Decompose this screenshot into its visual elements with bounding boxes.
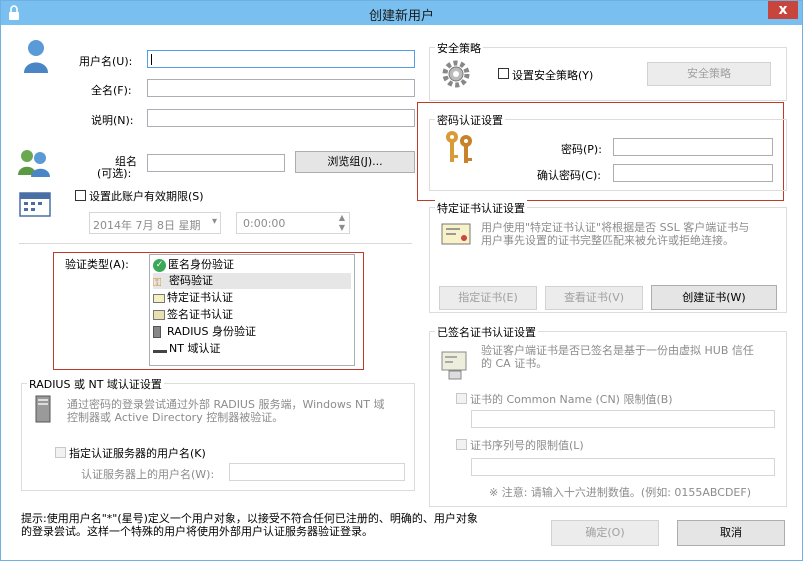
username-label: 用户名(U): xyxy=(79,55,133,68)
server-username-label: 认证服务器上的用户名(W): xyxy=(81,468,215,481)
server-username-input[interactable] xyxy=(229,463,405,481)
serial-checkbox-label: 证书序列号的限制值(L) xyxy=(470,439,584,452)
description-input[interactable] xyxy=(147,109,415,127)
date-value: 2014年 7月 8日 星期 xyxy=(93,219,201,232)
certificate-icon xyxy=(153,293,165,303)
group-label-line2: (可选): xyxy=(97,167,132,180)
auth-option-nt[interactable]: NT 域认证 xyxy=(153,341,220,357)
create-user-dialog: 创建新用户 x 用户名(U): 全名(F): 说明(N): 组名 (可选): 浏… xyxy=(0,0,803,561)
spin-down-icon[interactable]: ▼ xyxy=(339,223,345,232)
network-icon xyxy=(153,345,167,353)
confirm-password-label: 确认密码(C): xyxy=(537,169,601,182)
chevron-down-icon: ▾ xyxy=(211,216,217,227)
username-input[interactable] xyxy=(147,50,415,68)
fullname-label: 全名(F): xyxy=(91,84,132,97)
create-cert-button[interactable]: 创建证书(W) xyxy=(651,285,777,310)
server-icon xyxy=(153,326,161,338)
check-circle-icon: ✓ xyxy=(153,258,166,272)
auth-type-label: 验证类型(A): xyxy=(65,258,129,271)
auth-option-label: 匿名身份验证 xyxy=(168,258,234,271)
confirm-password-input[interactable] xyxy=(613,164,773,182)
close-button[interactable]: x xyxy=(768,1,798,19)
signed-cert-description: 验证客户端证书是否已签名是基于一份由虚拟 HUB 信任 的 CA 证书。 xyxy=(481,344,754,370)
certificate-icon xyxy=(441,223,471,245)
radius-username-checkbox-label: 指定认证服务器的用户名(K) xyxy=(69,447,206,460)
security-policy-checkbox[interactable] xyxy=(498,68,509,79)
security-policy-button[interactable]: 安全策略 xyxy=(647,62,771,86)
spin-up-icon[interactable]: ▲ xyxy=(339,213,345,222)
serial-input[interactable] xyxy=(471,458,775,476)
radius-username-checkbox[interactable] xyxy=(55,447,66,458)
auth-option-label: NT 域认证 xyxy=(169,342,221,355)
serial-checkbox[interactable] xyxy=(456,439,467,450)
auth-option-label: 签名证书认证 xyxy=(167,308,233,321)
password-group-title: 密码认证设置 xyxy=(435,112,505,128)
signed-cert-group-title: 已签名证书认证设置 xyxy=(435,324,538,340)
auth-option-password[interactable]: ⚿ 密码验证 xyxy=(153,273,351,289)
gear-icon xyxy=(442,60,470,88)
keys-icon xyxy=(446,131,472,163)
cn-checkbox-label: 证书的 Common Name (CN) 限制值(B) xyxy=(470,393,673,406)
cn-input[interactable] xyxy=(471,410,775,428)
title-bar: 创建新用户 x xyxy=(1,1,802,25)
password-input[interactable] xyxy=(613,138,773,156)
description-label: 说明(N): xyxy=(91,114,134,127)
security-policy-checkbox-label: 设置安全策略(Y) xyxy=(512,69,594,82)
time-picker[interactable]: 0:00:00 ▲ ▼ xyxy=(236,212,350,234)
hex-note: ※ 注意: 请输入十六进制数值。(例如: 0155ABCDEF) xyxy=(489,486,752,499)
browse-group-button[interactable]: 浏览组(J)... xyxy=(295,151,415,173)
cert-description: 用户使用"特定证书认证"将根据是否 SSL 客户端证书与 用户事先设置的证书完整… xyxy=(481,221,750,247)
signed-certificate-icon xyxy=(441,351,467,380)
specify-cert-button[interactable]: 指定证书(E) xyxy=(439,286,537,310)
password-label: 密码(P): xyxy=(561,143,602,156)
cn-checkbox[interactable] xyxy=(456,393,467,404)
radius-description: 通过密码的登录尝试通过外部 RADIUS 服务端，Windows NT 域 控制… xyxy=(67,398,385,424)
auth-type-list[interactable]: ✓ 匿名身份验证 ⚿ 密码验证 特定证书认证 签名证书认证 RADIUS 身份验证 … xyxy=(149,254,355,366)
signed-certificate-icon xyxy=(153,310,165,320)
expiry-checkbox[interactable] xyxy=(75,190,86,201)
server-icon xyxy=(35,395,51,423)
group-icon xyxy=(18,150,50,177)
view-cert-button[interactable]: 查看证书(V) xyxy=(545,286,643,310)
auth-option-label: 特定证书认证 xyxy=(167,291,233,304)
calendar-icon xyxy=(19,192,51,217)
cert-group-title: 特定证书认证设置 xyxy=(435,200,527,216)
expiry-checkbox-label: 设置此账户有效期限(S) xyxy=(89,190,204,203)
window-title: 创建新用户 xyxy=(368,9,434,24)
cancel-button[interactable]: 取消 xyxy=(677,520,785,546)
key-icon: ⚿ xyxy=(153,276,162,289)
auth-option-radius[interactable]: RADIUS 身份验证 xyxy=(153,324,256,340)
radius-group-title: RADIUS 或 NT 域认证设置 xyxy=(27,376,164,392)
footer-hint: 提示:使用用户名"*"(星号)定义一个用户对象，以接受不符合任何已注册的、明确的… xyxy=(21,512,478,538)
auth-option-label: RADIUS 身份验证 xyxy=(167,325,256,338)
auth-option-cert[interactable]: 特定证书认证 xyxy=(153,290,233,306)
group-input[interactable] xyxy=(147,154,285,172)
text-cursor xyxy=(151,54,152,65)
divider xyxy=(19,243,412,244)
time-value: 0:00:00 xyxy=(243,217,286,230)
date-picker[interactable]: 2014年 7月 8日 星期 ▾ xyxy=(89,212,221,234)
auth-option-anonymous[interactable]: ✓ 匿名身份验证 xyxy=(153,257,234,273)
auth-option-signed-cert[interactable]: 签名证书认证 xyxy=(153,307,233,323)
auth-option-label: 密码验证 xyxy=(169,274,213,287)
fullname-input[interactable] xyxy=(147,79,415,97)
security-policy-title: 安全策略 xyxy=(435,40,483,56)
user-icon xyxy=(24,40,48,73)
ok-button[interactable]: 确定(O) xyxy=(551,520,659,546)
